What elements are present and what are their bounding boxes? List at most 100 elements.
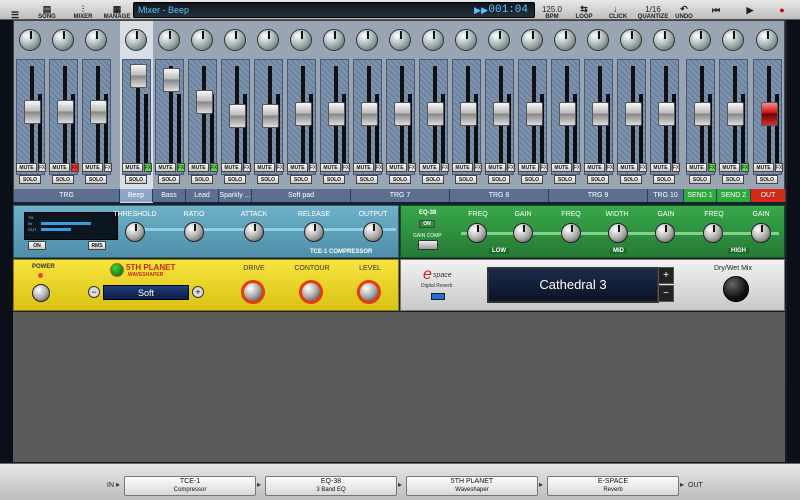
- mute-button[interactable]: MUTE: [155, 163, 176, 172]
- solo-button[interactable]: SOLO: [125, 175, 147, 184]
- volume-fader[interactable]: [694, 102, 711, 126]
- fx-button[interactable]: FX: [71, 163, 79, 172]
- solo-button[interactable]: SOLO: [620, 175, 642, 184]
- fx-button[interactable]: FX: [408, 163, 416, 172]
- volume-fader[interactable]: [361, 102, 378, 126]
- channel-label[interactable]: TRG 8: [450, 189, 549, 202]
- reverb-led-button[interactable]: [431, 293, 445, 300]
- volume-fader[interactable]: [592, 102, 609, 126]
- solo-button[interactable]: SOLO: [85, 175, 107, 184]
- click-button[interactable]: ♩ CLICK: [606, 0, 630, 20]
- loop-button[interactable]: ⇆ LOOP: [572, 0, 596, 20]
- mute-button[interactable]: MUTE: [518, 163, 539, 172]
- rewind-button[interactable]: ⏮: [706, 0, 726, 20]
- mute-button[interactable]: MUTE: [584, 163, 605, 172]
- release-knob[interactable]: [304, 222, 324, 242]
- solo-button[interactable]: SOLO: [455, 175, 477, 184]
- channel-label[interactable]: OUT: [751, 189, 786, 202]
- solo-button[interactable]: SOLO: [587, 175, 609, 184]
- fx-button[interactable]: FX: [708, 163, 716, 172]
- solo-button[interactable]: SOLO: [257, 175, 279, 184]
- pan-knob[interactable]: [125, 29, 147, 51]
- volume-fader[interactable]: [295, 102, 312, 126]
- fx-button[interactable]: FX: [474, 163, 482, 172]
- power-knob[interactable]: [32, 284, 50, 302]
- gain-comp-toggle[interactable]: [418, 240, 438, 250]
- solo-button[interactable]: SOLO: [323, 175, 345, 184]
- mute-button[interactable]: MUTE: [353, 163, 374, 172]
- mute-button[interactable]: MUTE: [122, 163, 143, 172]
- channel-label[interactable]: TRG: [14, 189, 120, 202]
- reverb-preset-prev-button[interactable]: −: [658, 285, 674, 302]
- compressor-on-button[interactable]: ON: [28, 241, 46, 250]
- pan-knob[interactable]: [689, 29, 711, 51]
- fx-button[interactable]: FX: [573, 163, 581, 172]
- volume-fader[interactable]: [394, 102, 411, 126]
- low-freq-knob[interactable]: [467, 223, 487, 243]
- mute-button[interactable]: MUTE: [188, 163, 209, 172]
- pan-knob[interactable]: [587, 29, 609, 51]
- mute-button[interactable]: MUTE: [617, 163, 638, 172]
- high-gain-knob[interactable]: [751, 223, 771, 243]
- channel-label[interactable]: TRG 10: [648, 189, 684, 202]
- mute-button[interactable]: MUTE: [386, 163, 407, 172]
- fx-button[interactable]: FX: [177, 163, 185, 172]
- fx-button[interactable]: FX: [276, 163, 284, 172]
- fx-button[interactable]: FX: [243, 163, 251, 172]
- solo-button[interactable]: SOLO: [554, 175, 576, 184]
- solo-button[interactable]: SOLO: [290, 175, 312, 184]
- low-gain-knob[interactable]: [513, 223, 533, 243]
- preset-next-button[interactable]: +: [192, 286, 204, 298]
- contour-knob[interactable]: [299, 280, 323, 304]
- pan-knob[interactable]: [356, 29, 378, 51]
- pan-knob[interactable]: [756, 29, 778, 51]
- fx-button[interactable]: FX: [309, 163, 317, 172]
- pan-knob[interactable]: [85, 29, 107, 51]
- pan-knob[interactable]: [323, 29, 345, 51]
- volume-fader[interactable]: [625, 102, 642, 126]
- channel-label[interactable]: SEND 2: [717, 189, 751, 202]
- threshold-knob[interactable]: [125, 222, 145, 242]
- chain-slot-5thplanet[interactable]: 5TH PLANET Waveshaper: [406, 476, 538, 496]
- high-freq-knob[interactable]: [703, 223, 723, 243]
- mute-button[interactable]: MUTE: [719, 163, 740, 172]
- solo-button[interactable]: SOLO: [19, 175, 41, 184]
- solo-button[interactable]: SOLO: [52, 175, 74, 184]
- channel-label[interactable]: Bass: [153, 189, 186, 202]
- manage-button[interactable]: ▦ MANAGE: [104, 0, 131, 20]
- pan-knob[interactable]: [521, 29, 543, 51]
- mute-button[interactable]: MUTE: [650, 163, 671, 172]
- volume-fader[interactable]: [262, 104, 279, 128]
- fx-button[interactable]: FX: [507, 163, 515, 172]
- pan-knob[interactable]: [455, 29, 477, 51]
- fx-button[interactable]: FX: [342, 163, 350, 172]
- volume-fader[interactable]: [229, 104, 246, 128]
- chain-slot-espace[interactable]: E-SPACE Reverb: [547, 476, 679, 496]
- fx-button[interactable]: FX: [441, 163, 449, 172]
- solo-button[interactable]: SOLO: [158, 175, 180, 184]
- mute-button[interactable]: MUTE: [551, 163, 572, 172]
- volume-fader[interactable]: [460, 102, 477, 126]
- solo-button[interactable]: SOLO: [422, 175, 444, 184]
- channel-label[interactable]: TRG 9: [549, 189, 648, 202]
- solo-button[interactable]: SOLO: [224, 175, 246, 184]
- volume-fader[interactable]: [526, 102, 543, 126]
- mute-button[interactable]: MUTE: [753, 163, 774, 172]
- pan-knob[interactable]: [158, 29, 180, 51]
- channel-label[interactable]: Beep: [120, 189, 153, 202]
- ratio-knob[interactable]: [184, 222, 204, 242]
- eq-on-button[interactable]: ON: [419, 220, 435, 228]
- pan-knob[interactable]: [290, 29, 312, 51]
- reverb-preset-next-button[interactable]: +: [658, 267, 674, 284]
- solo-button[interactable]: SOLO: [722, 175, 744, 184]
- channel-label[interactable]: TRG 7: [351, 189, 450, 202]
- pan-knob[interactable]: [191, 29, 213, 51]
- mute-button[interactable]: MUTE: [82, 163, 103, 172]
- pan-knob[interactable]: [19, 29, 41, 51]
- volume-fader[interactable]: [163, 68, 180, 92]
- mid-width-knob[interactable]: [608, 223, 628, 243]
- solo-button[interactable]: SOLO: [756, 175, 778, 184]
- reverb-preset-display[interactable]: Cathedral 3: [487, 267, 659, 303]
- fx-button[interactable]: FX: [144, 163, 152, 172]
- waveshaper-preset[interactable]: Soft: [103, 285, 189, 300]
